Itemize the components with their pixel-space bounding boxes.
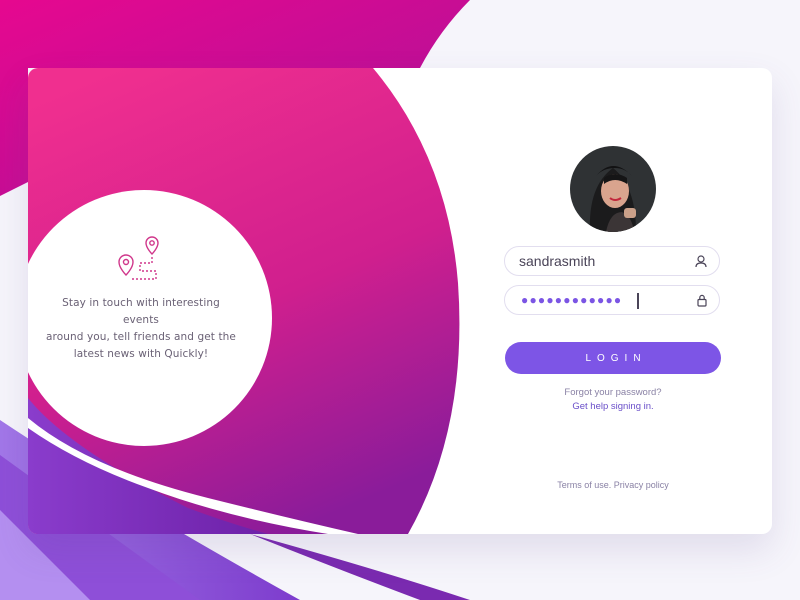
password-field[interactable]: ●●●●●●●●●●●● [504,285,720,315]
privacy-link[interactable]: Privacy policy [614,480,669,490]
username-field[interactable] [504,246,720,276]
lock-icon [697,294,707,307]
avatar [570,146,656,232]
user-icon [695,255,707,268]
intro-description: Stay in touch with interesting events ar… [46,295,236,363]
footer-links: Terms of use. Privacy policy [505,480,721,490]
intro-panel: Stay in touch with interesting events ar… [46,233,236,363]
login-card: Stay in touch with interesting events ar… [28,68,772,534]
intro-line: around you, tell friends and get the [46,331,236,343]
map-route-icon [118,236,159,280]
username-input[interactable] [519,247,689,275]
forgot-password-text: Forgot your password? [564,387,662,398]
intro-line: latest news with Quickly! [73,348,209,360]
password-mask[interactable]: ●●●●●●●●●●●● [521,286,622,314]
terms-link[interactable]: Terms of use. [557,480,611,490]
text-caret [637,293,639,309]
help-signing-in-link[interactable]: Get help signing in. [505,401,721,412]
login-button[interactable]: LOGIN [505,342,721,374]
intro-line: Stay in touch with interesting events [62,297,220,326]
user-avatar-photo [570,146,656,232]
